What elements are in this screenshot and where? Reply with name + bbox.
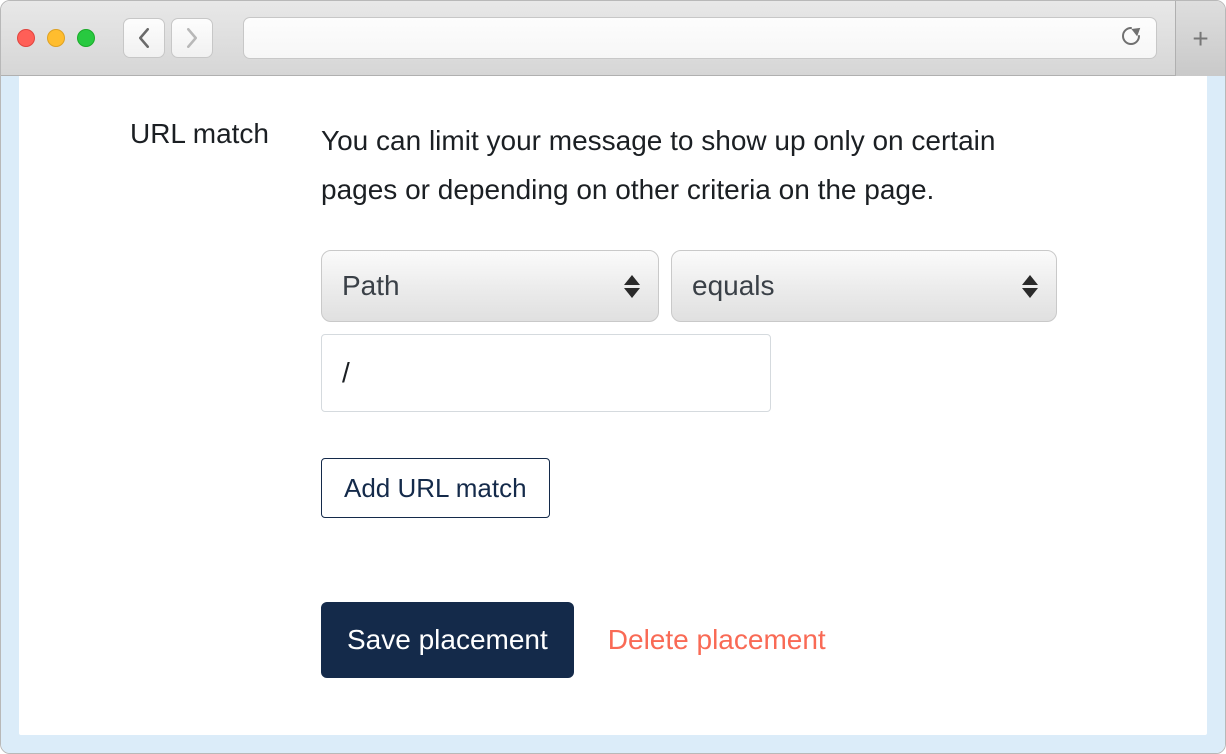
- plus-icon: +: [1192, 23, 1208, 55]
- value-input[interactable]: [321, 334, 771, 412]
- field-select-value: Path: [342, 270, 400, 302]
- add-url-match-button[interactable]: Add URL match: [321, 458, 550, 518]
- chevron-left-icon: [137, 28, 151, 48]
- section-label: URL match: [69, 116, 269, 150]
- condition-row: Path equals: [321, 250, 1061, 322]
- address-bar[interactable]: [243, 17, 1157, 59]
- delete-placement-link[interactable]: Delete placement: [608, 624, 826, 656]
- maximize-window-button[interactable]: [77, 29, 95, 47]
- operator-select[interactable]: equals: [671, 250, 1057, 322]
- new-tab-button[interactable]: +: [1175, 1, 1225, 76]
- forward-button[interactable]: [171, 18, 213, 58]
- reload-icon[interactable]: [1120, 24, 1142, 53]
- url-match-section: URL match You can limit your message to …: [69, 116, 1157, 678]
- save-placement-button[interactable]: Save placement: [321, 602, 574, 678]
- back-button[interactable]: [123, 18, 165, 58]
- select-stepper-icon: [1022, 275, 1038, 298]
- nav-buttons: [123, 18, 213, 58]
- action-row: Save placement Delete placement: [321, 602, 1061, 678]
- operator-select-value: equals: [692, 270, 775, 302]
- select-stepper-icon: [624, 275, 640, 298]
- section-body: You can limit your message to show up on…: [321, 116, 1061, 678]
- field-select[interactable]: Path: [321, 250, 659, 322]
- minimize-window-button[interactable]: [47, 29, 65, 47]
- browser-window: + URL match You can limit your message t…: [0, 0, 1226, 754]
- settings-panel: URL match You can limit your message to …: [19, 76, 1207, 735]
- page-viewport: URL match You can limit your message to …: [1, 76, 1225, 753]
- browser-toolbar: +: [1, 1, 1225, 76]
- window-controls: [17, 29, 95, 47]
- chevron-right-icon: [185, 28, 199, 48]
- close-window-button[interactable]: [17, 29, 35, 47]
- help-text: You can limit your message to show up on…: [321, 116, 1061, 214]
